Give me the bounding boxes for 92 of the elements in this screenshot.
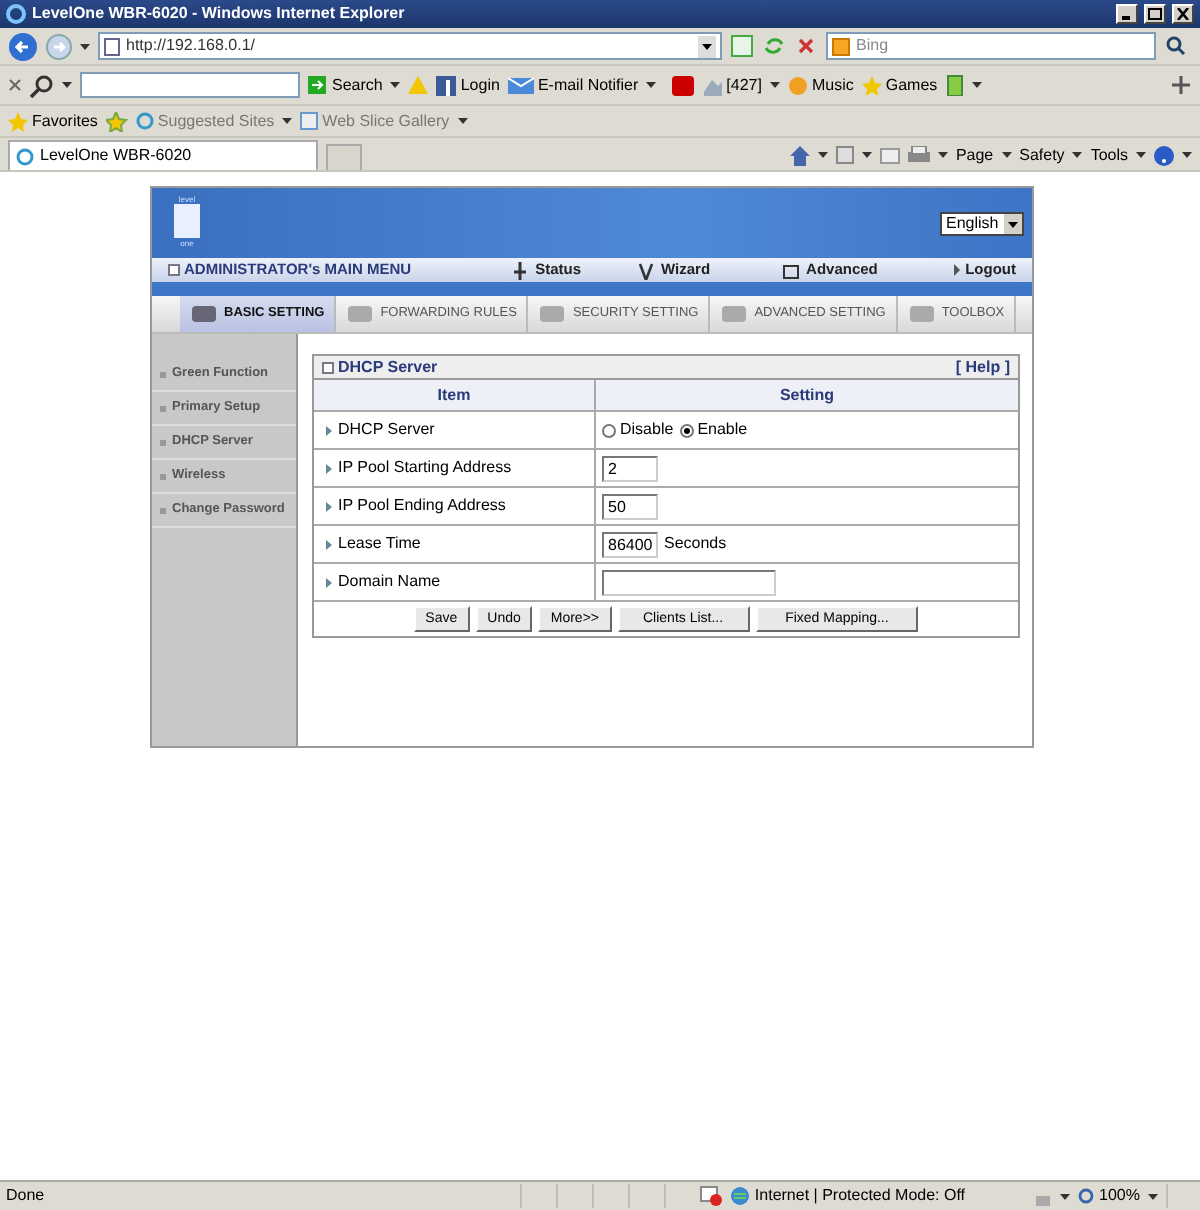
help-link[interactable]: [ Help ]	[955, 355, 1010, 379]
caret-icon[interactable]	[769, 82, 780, 88]
favorites-button[interactable]: Favorites	[8, 109, 98, 133]
stop-icon[interactable]	[794, 34, 818, 58]
toolbar-button[interactable]: E-mail Notifier	[507, 73, 639, 97]
column-header: Item	[314, 380, 596, 410]
bullet-icon	[160, 473, 166, 479]
zoom-button[interactable]: 100%	[1077, 1184, 1140, 1208]
column-header: Setting	[777, 383, 837, 408]
caret-icon[interactable]	[1001, 152, 1012, 158]
toolbar-button[interactable]: Games	[861, 73, 938, 97]
row-label: DHCP Server	[338, 418, 435, 442]
caret-icon[interactable]	[1148, 1193, 1158, 1199]
caret-icon[interactable]	[861, 152, 872, 158]
row-label: IP Pool Starting Address	[338, 456, 512, 480]
search-field[interactable]: Bing	[826, 32, 1156, 60]
triangle-icon	[326, 463, 332, 473]
plus-icon[interactable]	[1170, 74, 1192, 96]
caret-icon[interactable]	[646, 82, 657, 88]
bullet-icon	[160, 371, 166, 377]
star-icon	[861, 75, 882, 95]
bullet-icon	[160, 405, 166, 411]
command-menu[interactable]: Tools	[1090, 143, 1128, 167]
close-icon	[1176, 8, 1190, 20]
bullet-icon	[160, 507, 166, 513]
language-select[interactable]: English	[940, 211, 1024, 235]
status-text: Done	[6, 1184, 45, 1208]
blocked-icon	[700, 1186, 723, 1206]
security-zone: Internet | Protected Mode: Off	[730, 1184, 966, 1208]
address-field[interactable]: http://192.168.0.1/	[98, 32, 722, 60]
bing-icon	[832, 37, 850, 55]
triangle-icon	[326, 539, 332, 549]
row-label: IP Pool Ending Address	[338, 494, 506, 518]
star-icon	[8, 111, 28, 131]
caret-icon[interactable]	[457, 118, 468, 124]
radio-option[interactable]: Disable	[602, 418, 674, 442]
caret-icon[interactable]	[1072, 152, 1083, 158]
panel-title: DHCP Server	[322, 355, 438, 379]
dropdown-icon	[1004, 213, 1022, 233]
browser-tab[interactable]: LevelOne WBR-6020	[8, 140, 318, 170]
caret-icon[interactable]	[80, 43, 90, 49]
globe-icon	[730, 1186, 751, 1206]
search-placeholder: Bing	[856, 34, 889, 58]
toolbar-search-field[interactable]	[80, 72, 300, 98]
caret-icon[interactable]	[1136, 152, 1146, 158]
input-field[interactable]: 50	[602, 493, 658, 519]
maximize-icon	[1148, 8, 1162, 20]
search-icon[interactable]	[30, 73, 54, 97]
caret-icon[interactable]	[1182, 152, 1192, 158]
dropdown-icon[interactable]	[698, 35, 716, 57]
caret-icon[interactable]	[62, 82, 72, 88]
caret-icon[interactable]	[937, 152, 948, 158]
triangle-icon	[326, 577, 332, 587]
command-menu[interactable]: Safety	[1019, 143, 1065, 167]
close-icon[interactable]	[8, 78, 22, 92]
input-field[interactable]	[602, 569, 776, 595]
command-menu[interactable]: Page	[955, 143, 994, 167]
close-button[interactable]	[1172, 4, 1194, 24]
square-icon	[168, 264, 180, 276]
caret-icon[interactable]	[282, 118, 293, 124]
radio-option[interactable]: Enable	[679, 418, 748, 442]
minimize-button[interactable]	[1116, 4, 1138, 24]
arrow-icon	[951, 261, 960, 279]
help-icon[interactable]	[1154, 145, 1174, 165]
unit-label: Seconds	[664, 532, 727, 556]
input-field[interactable]: 86400	[602, 531, 658, 557]
back-icon[interactable]	[8, 31, 38, 61]
window-title: LevelOne WBR-6020 - Windows Internet Explorer	[32, 2, 405, 26]
caret-icon[interactable]	[971, 82, 982, 88]
envelope-icon	[507, 75, 534, 95]
triangle-icon	[326, 425, 332, 435]
row-label: Lease Time	[338, 532, 421, 556]
toolbar-button[interactable]: Login	[436, 73, 500, 97]
caret-icon[interactable]	[1059, 1193, 1070, 1199]
printer-icon[interactable]	[907, 146, 930, 164]
go-icon	[308, 75, 328, 95]
toolbar-button[interactable]: Music	[787, 73, 854, 97]
caret-icon[interactable]	[817, 152, 828, 158]
warning-icon	[408, 76, 429, 94]
page-icon	[104, 37, 120, 55]
row-label: Domain Name	[338, 570, 441, 594]
bullet-icon	[160, 439, 166, 445]
page-icon	[300, 112, 319, 130]
square-icon	[322, 361, 334, 373]
url-text: http://192.168.0.1/	[126, 34, 255, 58]
toolbar-button[interactable]: Search	[308, 73, 383, 97]
maximize-button[interactable]	[1144, 4, 1166, 24]
input-field[interactable]: 2	[602, 455, 658, 481]
home-icon[interactable]	[789, 145, 810, 165]
caret-icon[interactable]	[390, 82, 401, 88]
toolbar-button[interactable]: [427]	[702, 73, 762, 97]
triangle-icon	[326, 501, 332, 511]
